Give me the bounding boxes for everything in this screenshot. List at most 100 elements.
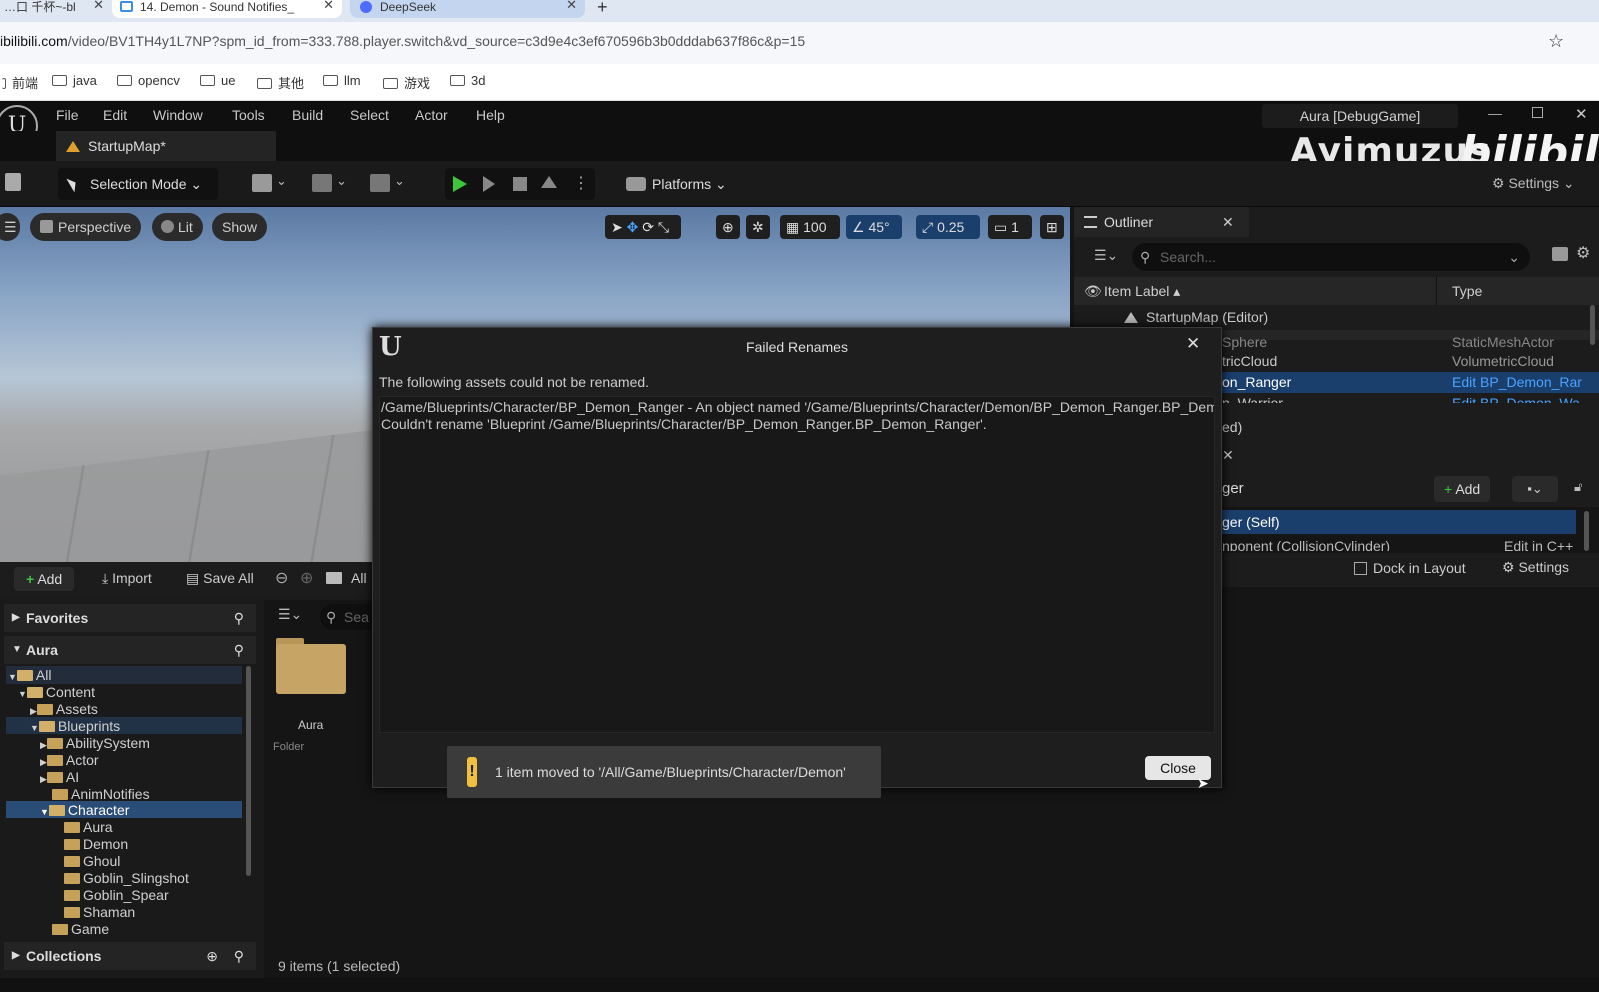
close-icon[interactable]: ✕ — [1222, 447, 1234, 464]
components-scrollbar[interactable] — [1584, 511, 1589, 551]
rotate-tool-icon[interactable]: ⟳ — [642, 219, 654, 235]
column-divider[interactable] — [1436, 277, 1437, 305]
select-tool-icon[interactable]: ➤ — [611, 219, 623, 235]
tree-item-game[interactable]: Game — [52, 921, 109, 938]
move-tool-icon[interactable]: ✥ — [627, 219, 639, 235]
window-close-icon[interactable]: ✕ — [1575, 105, 1588, 123]
new-tab-icon[interactable]: + — [597, 0, 608, 18]
stop-icon[interactable] — [513, 177, 527, 191]
chevron-down-icon[interactable]: ⌄ — [394, 173, 405, 189]
tree-item-goblin-spear[interactable]: Goblin_Spear — [64, 887, 169, 904]
tree-item-goblin-slingshot[interactable]: Goblin_Slingshot — [64, 870, 189, 887]
step-icon[interactable] — [483, 176, 495, 192]
search-icon[interactable]: ⚲ — [234, 636, 244, 664]
bookmark-item[interactable]: opencv — [117, 73, 180, 88]
row-type-link[interactable]: Edit BP_Demon_Wa — [1452, 393, 1580, 403]
grid-snap-button[interactable]: ▦ 100 — [780, 215, 840, 239]
component-edit-link[interactable]: Edit in C++ — [1504, 537, 1573, 551]
search-icon[interactable]: ⚲ — [234, 604, 244, 632]
row-type-link[interactable]: Edit BP_Demon_Rar — [1452, 372, 1582, 393]
chevron-down-icon[interactable]: ⌄ — [276, 173, 287, 189]
bookmark-item[interactable]: 3d — [450, 73, 485, 88]
filter-icon[interactable]: ☰⌄ — [278, 606, 302, 623]
outliner-row[interactable]: StartupMap (Editor) — [1074, 307, 1599, 328]
lock-icon[interactable]: 🔓︎ — [1574, 479, 1582, 495]
browser-tab[interactable]: …口 千杯~-bl ✕ — [0, 0, 112, 18]
bookmark-item[interactable]: 游戏 — [383, 73, 430, 92]
dock-in-layout-button[interactable]: Dock in Layout — [1354, 560, 1466, 576]
asset-search-input[interactable]: ⚲ Sea — [320, 604, 380, 630]
play-icon[interactable] — [453, 176, 467, 192]
tree-item-animnotifies[interactable]: AnimNotifies — [52, 786, 150, 803]
tree-scrollbar[interactable] — [246, 666, 251, 876]
close-icon[interactable]: ✕ — [323, 0, 334, 12]
filter-icon[interactable]: ☰⌄ — [1094, 247, 1118, 264]
add-component-button[interactable]: + Add — [1434, 476, 1491, 502]
scale-snap-button[interactable]: ⤢ 0.25 — [916, 215, 980, 239]
add-actor-icon[interactable] — [252, 174, 272, 192]
bookmark-item[interactable]: ue — [200, 73, 235, 88]
save-icon[interactable] — [5, 173, 21, 191]
favorites-header[interactable]: ▶ Favorites ⚲ — [4, 604, 256, 632]
cb-add-button[interactable]: + Add — [14, 567, 75, 591]
back-icon[interactable]: ⊖ — [275, 568, 288, 588]
bookmark-item[interactable]: llm — [323, 73, 361, 88]
surface-snap-icon[interactable]: ✲ — [746, 215, 770, 239]
perspective-button[interactable]: Perspective — [30, 213, 142, 241]
menu-build[interactable]: Build — [292, 107, 323, 123]
collections-header[interactable]: ▶ Collections ⊕ ⚲ — [4, 942, 256, 970]
breadcrumb-all[interactable]: All — [351, 570, 367, 586]
lit-button[interactable]: Lit — [152, 213, 203, 241]
add-collection-icon[interactable]: ⊕ — [206, 942, 218, 970]
outliner-search-input[interactable]: ⚲ Search... ⌄ — [1132, 243, 1530, 271]
map-tab[interactable]: StartupMap* — [56, 131, 276, 161]
url-text[interactable]: ibilibili.com/video/BV1TH4y1L7NP?spm_id_… — [0, 33, 805, 49]
dialog-error-list[interactable]: /Game/Blueprints/Character/BP_Demon_Rang… — [379, 396, 1215, 733]
aura-root-header[interactable]: ▼ Aura ⚲ — [4, 636, 256, 664]
restore-icon[interactable] — [1532, 107, 1543, 118]
gear-icon[interactable]: ⚙ — [1576, 243, 1590, 263]
menu-tools[interactable]: Tools — [232, 107, 265, 123]
cb-settings-button[interactable]: ⚙ Settings — [1502, 559, 1569, 576]
close-icon[interactable]: ✕ — [1186, 334, 1200, 354]
bookmark-item[interactable]: 前端 — [2, 73, 38, 92]
address-bar[interactable]: ibilibili.com/video/BV1TH4y1L7NP?spm_id_… — [0, 22, 1599, 64]
viewport-menu-button[interactable]: ☰ — [0, 213, 20, 241]
close-icon[interactable]: ✕ — [1222, 207, 1234, 237]
tree-item-demon[interactable]: Demon — [64, 836, 128, 853]
folder-asset-tile[interactable] — [276, 638, 346, 694]
forward-icon[interactable]: ⊕ — [300, 568, 313, 588]
world-local-icon[interactable]: ⊕ — [716, 215, 740, 239]
outliner-tab[interactable]: Outliner ✕ — [1074, 207, 1249, 237]
tree-item-shaman[interactable]: Shaman — [64, 904, 135, 921]
angle-snap-button[interactable]: ∠ 45° — [846, 215, 902, 239]
search-icon[interactable]: ⚲ — [234, 942, 244, 970]
selection-mode-dropdown[interactable]: Selection Mode ⌄ — [58, 168, 218, 200]
blueprint-icon[interactable] — [312, 174, 332, 192]
add-folder-icon[interactable] — [1552, 247, 1568, 261]
blueprint-options-icon[interactable]: ▪⌄ — [1512, 476, 1558, 502]
bookmark-item[interactable]: java — [52, 73, 97, 88]
tree-item-ghoul[interactable]: Ghoul — [64, 853, 120, 870]
show-button[interactable]: Show — [212, 213, 268, 241]
minimize-icon[interactable]: — — [1488, 105, 1502, 121]
col-item-label[interactable]: Item Label ▴ — [1104, 277, 1180, 305]
menu-actor[interactable]: Actor — [415, 107, 448, 123]
close-icon[interactable]: ✕ — [566, 0, 577, 12]
bookmark-item[interactable]: 其他 — [257, 73, 304, 92]
save-all-button[interactable]: ▤ Save All — [186, 570, 254, 587]
menu-help[interactable]: Help — [476, 107, 505, 123]
camera-speed-button[interactable]: ▭ 1 — [988, 215, 1032, 239]
menu-edit[interactable]: Edit — [103, 107, 127, 123]
browser-tab-active[interactable]: 14. Demon - Sound Notifies_ ✕ — [112, 0, 342, 18]
cinematics-icon[interactable] — [370, 174, 390, 192]
settings-button[interactable]: ⚙ Settings ⌄ — [1492, 175, 1575, 192]
tree-item-aura[interactable]: Aura — [64, 819, 113, 836]
bookmark-star-icon[interactable]: ☆ — [1548, 31, 1564, 52]
menu-window[interactable]: Window — [153, 107, 203, 123]
close-icon[interactable]: ✕ — [93, 0, 104, 12]
menu-file[interactable]: File — [56, 107, 79, 123]
chevron-down-icon[interactable]: ⌄ — [336, 173, 347, 189]
eject-icon[interactable] — [541, 176, 557, 188]
browser-tab[interactable]: DeepSeek ✕ — [350, 0, 585, 18]
